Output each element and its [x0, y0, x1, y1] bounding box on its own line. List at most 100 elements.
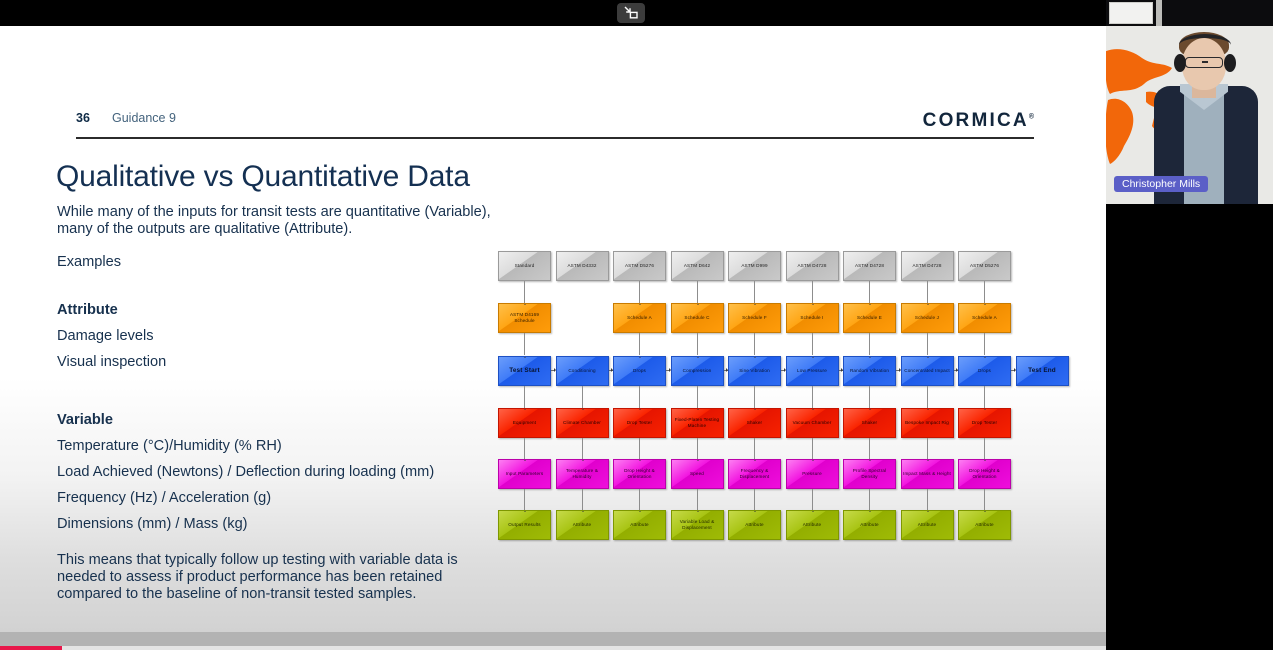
connector-vertical [581, 489, 583, 511]
diagram-node: Schedule E [843, 303, 896, 333]
diagram-cell: Schedule A [613, 303, 670, 355]
connector-arrow-down-icon [523, 409, 527, 411]
diagram-node: ASTM D999 [728, 251, 781, 281]
diagram-cell: Schedule E [843, 303, 900, 355]
participant-video-tile[interactable]: Christopher Mills [1106, 0, 1273, 204]
diagram-cell: Test End [1015, 356, 1073, 386]
diagram-cell: Attribute [843, 510, 900, 540]
diagram-cell: Schedule I [785, 303, 843, 355]
connector-vertical [754, 281, 755, 303]
connector-arrow-down-icon [868, 357, 872, 359]
diagram-node: Attribute [843, 510, 896, 540]
video-pipe [1156, 0, 1162, 26]
connector-arrow-down-icon [638, 304, 642, 306]
diagram-cell [1016, 303, 1073, 333]
logo-text: CORMICA [922, 110, 1029, 131]
diagram-cell: Drop Height & Orientation [613, 459, 670, 511]
connector-arrow-down-icon [695, 304, 700, 306]
connector-arrow-down-icon [523, 304, 527, 306]
equipment-row: Equipment Climate Chamber Drop Tester Fixed… [498, 408, 1038, 460]
diagram-cell: ASTM D4332 [555, 251, 613, 281]
diagram-cell: Temperature & Humidity [555, 459, 613, 511]
connector-arrow-down-icon [810, 409, 815, 411]
diagram-node: Input Parameters [498, 459, 551, 489]
diagram-cell: ASTM D5276 [613, 251, 670, 303]
connector-vertical [811, 386, 813, 408]
diagram-node: Concentrated Impact [900, 356, 954, 386]
diagram-cell: ASTM D5276 [958, 251, 1015, 303]
connector-vertical [754, 489, 755, 511]
diagram-node: Frequency & Displacement [728, 459, 781, 489]
diagram-cell: Variable Load & Displacement [670, 510, 728, 540]
diagram-node: Attribute [785, 510, 839, 540]
diagram-node: Shaker [843, 408, 896, 438]
connector-vertical [581, 386, 583, 408]
diagram-node: Sine Vibration [728, 356, 781, 386]
presentation-progress-track[interactable] [0, 646, 1106, 650]
connector-vertical [984, 281, 985, 303]
diagram-cell: Sine Vibration [728, 356, 786, 408]
diagram-node: Attribute [728, 510, 781, 540]
connector-vertical [754, 333, 755, 355]
exit-fullscreen-button[interactable] [617, 3, 645, 23]
attribute-heading: Attribute [57, 302, 118, 319]
registered-mark-icon: ® [1028, 113, 1034, 121]
diagram-cell: Shaker [843, 408, 900, 460]
connector-vertical [524, 281, 525, 303]
diagram-node: Variable Load & Displacement [670, 510, 724, 540]
connector-vertical [524, 489, 525, 511]
diagram-cell: Frequency & Displacement [728, 459, 785, 511]
diagram-cell: Drops [958, 356, 1016, 408]
diagram-cell: Conditioning [555, 356, 614, 408]
diagram-node: Bespoke Impact Rig [900, 408, 954, 438]
diagram-cell: Random Vibration [843, 356, 901, 408]
diagram-cell: Attribute [613, 510, 670, 540]
connector-arrow-down-icon [753, 511, 757, 513]
connector-arrow-down-icon [925, 409, 930, 411]
connector-vertical [639, 386, 640, 408]
diagram-cell [556, 303, 613, 333]
connector-arrow-down-icon [638, 409, 642, 411]
cormica-logo: CORMICA® [923, 110, 1034, 132]
diagram-node: Attribute [613, 510, 666, 540]
connector-vertical [811, 438, 813, 460]
connector-vertical [811, 333, 813, 355]
connector-arrow-down-icon [983, 409, 987, 411]
participant-name-badge: Christopher Mills [1114, 176, 1209, 192]
eyeglasses-icon [1185, 57, 1223, 68]
diagram-node: Drop Tester [613, 408, 666, 438]
diagram-cell: Output Results [498, 510, 555, 540]
connector-vertical [639, 333, 640, 355]
diagram-node: ASTM D4728 [843, 251, 896, 281]
connector-arrow-down-icon [868, 460, 872, 462]
diagram-cell [1016, 408, 1073, 438]
diagram-cell: Schedule F [728, 303, 785, 355]
attribute-item: Visual inspection [57, 354, 167, 371]
diagram-node: Drops [958, 356, 1011, 386]
connector-arrow-down-icon [868, 409, 872, 411]
diagram-node: ASTM D642 [670, 251, 724, 281]
connector-arrow-down-icon [925, 304, 930, 306]
connector-vertical [639, 489, 640, 511]
presentation-progress-fill [0, 646, 62, 650]
diagram-cell: Standard [498, 251, 555, 303]
section-label: Guidance 9 [112, 111, 176, 125]
input-parameters-row: Input Parameters Temperature & Humidity Dr… [498, 459, 1038, 511]
connector-vertical [869, 281, 870, 303]
connector-arrow-down-icon [695, 357, 700, 359]
exit-fullscreen-icon [624, 6, 638, 20]
diagram-node: Speed [670, 459, 724, 489]
connector-vertical [639, 281, 640, 303]
connector-arrow-down-icon [753, 357, 757, 359]
diagram-cell: ASTM D4728 [785, 251, 843, 303]
connector-arrow-down-icon [983, 511, 987, 513]
connector-arrow-down-icon [868, 511, 872, 513]
diagram-node: ASTM D4169 Schedule [498, 303, 551, 333]
diagram-node: Schedule C [670, 303, 724, 333]
connector-vertical [984, 489, 985, 511]
variable-item: Temperature (°C)/Humidity (% RH) [57, 437, 282, 454]
diagram-cell: ASTM D4169 Schedule [498, 303, 555, 355]
connector-arrow-down-icon [695, 511, 700, 513]
video-sidebar-empty [1106, 204, 1273, 650]
page-number: 36 [76, 111, 90, 125]
